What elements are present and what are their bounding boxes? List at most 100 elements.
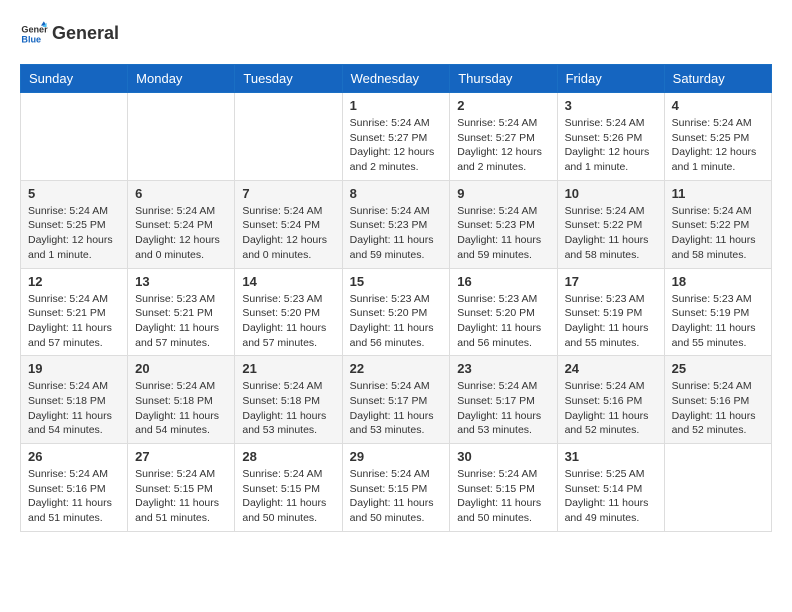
day-info: Sunrise: 5:23 AM Sunset: 5:19 PM Dayligh…: [672, 292, 764, 351]
day-number: 6: [135, 186, 227, 201]
day-number: 4: [672, 98, 764, 113]
day-number: 16: [457, 274, 549, 289]
day-number: 21: [242, 361, 334, 376]
day-number: 12: [28, 274, 120, 289]
day-info: Sunrise: 5:24 AM Sunset: 5:24 PM Dayligh…: [135, 204, 227, 263]
day-info: Sunrise: 5:24 AM Sunset: 5:15 PM Dayligh…: [135, 467, 227, 526]
calendar-cell: 2 Sunrise: 5:24 AM Sunset: 5:27 PM Daylig…: [450, 93, 557, 181]
logo-text: General: [52, 23, 119, 45]
calendar-cell: 19Sunrise: 5:24 AM Sunset: 5:18 PM Dayli…: [21, 356, 128, 444]
day-number: 5: [28, 186, 120, 201]
calendar-cell: 24 Sunrise: 5:24 AM Sunset: 5:16 PM Dayli…: [557, 356, 664, 444]
day-info: Sunrise: 5:23 AM Sunset: 5:20 PM Dayligh…: [242, 292, 334, 351]
day-info: Sunrise: 5:23 AM Sunset: 5:20 PM Dayligh…: [457, 292, 549, 351]
calendar-cell: 29Sunrise: 5:24 AM Sunset: 5:15 PM Dayli…: [342, 444, 450, 532]
day-number: 14: [242, 274, 334, 289]
calendar-cell: 23 Sunrise: 5:24 AM Sunset: 5:17 PM Dayli…: [450, 356, 557, 444]
day-info: Sunrise: 5:24 AM Sunset: 5:18 PM Dayligh…: [135, 379, 227, 438]
calendar-cell: 26 Sunrise: 5:24 AM Sunset: 5:16 PM Dayli…: [21, 444, 128, 532]
day-number: 9: [457, 186, 549, 201]
calendar-table: SundayMondayTuesdayWednesdayThursdayFrid…: [20, 64, 772, 532]
day-number: 19: [28, 361, 120, 376]
day-info: Sunrise: 5:24 AM Sunset: 5:22 PM Dayligh…: [565, 204, 657, 263]
day-number: 23: [457, 361, 549, 376]
day-number: 28: [242, 449, 334, 464]
day-info: Sunrise: 5:24 AM Sunset: 5:25 PM Dayligh…: [672, 116, 764, 175]
day-info: Sunrise: 5:24 AM Sunset: 5:21 PM Dayligh…: [28, 292, 120, 351]
calendar-cell: 3 Sunrise: 5:24 AM Sunset: 5:26 PM Daylig…: [557, 93, 664, 181]
day-number: 2: [457, 98, 549, 113]
day-info: Sunrise: 5:24 AM Sunset: 5:26 PM Dayligh…: [565, 116, 657, 175]
calendar-cell: [235, 93, 342, 181]
day-info: Sunrise: 5:24 AM Sunset: 5:17 PM Dayligh…: [350, 379, 443, 438]
calendar-cell: 25 Sunrise: 5:24 AM Sunset: 5:16 PM Dayli…: [664, 356, 771, 444]
calendar-cell: 10Sunrise: 5:24 AM Sunset: 5:22 PM Dayli…: [557, 180, 664, 268]
day-number: 8: [350, 186, 443, 201]
day-number: 1: [350, 98, 443, 113]
calendar-cell: 16 Sunrise: 5:23 AM Sunset: 5:20 PM Dayli…: [450, 268, 557, 356]
day-info: Sunrise: 5:24 AM Sunset: 5:27 PM Dayligh…: [350, 116, 443, 175]
day-of-week-header: Monday: [128, 65, 235, 93]
day-number: 27: [135, 449, 227, 464]
day-info: Sunrise: 5:24 AM Sunset: 5:22 PM Dayligh…: [672, 204, 764, 263]
day-info: Sunrise: 5:23 AM Sunset: 5:19 PM Dayligh…: [565, 292, 657, 351]
day-number: 29: [350, 449, 443, 464]
calendar-cell: 15 Sunrise: 5:23 AM Sunset: 5:20 PM Dayli…: [342, 268, 450, 356]
day-of-week-header: Saturday: [664, 65, 771, 93]
day-number: 18: [672, 274, 764, 289]
day-info: Sunrise: 5:24 AM Sunset: 5:18 PM Dayligh…: [242, 379, 334, 438]
calendar-cell: 17Sunrise: 5:23 AM Sunset: 5:19 PM Dayli…: [557, 268, 664, 356]
day-number: 13: [135, 274, 227, 289]
calendar-cell: 8Sunrise: 5:24 AM Sunset: 5:23 PM Daylig…: [342, 180, 450, 268]
day-info: Sunrise: 5:24 AM Sunset: 5:24 PM Dayligh…: [242, 204, 334, 263]
day-number: 3: [565, 98, 657, 113]
calendar-cell: 28 Sunrise: 5:24 AM Sunset: 5:15 PM Dayli…: [235, 444, 342, 532]
calendar-cell: 27 Sunrise: 5:24 AM Sunset: 5:15 PM Dayli…: [128, 444, 235, 532]
day-number: 30: [457, 449, 549, 464]
calendar-week-row: 19 Sunrise: 5:24 AM Sunset: 5:18 PM Dayli…: [21, 356, 772, 444]
day-info: Sunrise: 5:24 AM Sunset: 5:17 PM Dayligh…: [457, 379, 549, 438]
page-header: General Blue General: [20, 20, 772, 48]
day-info: Sunrise: 5:24 AM Sunset: 5:15 PM Dayligh…: [242, 467, 334, 526]
day-info: Sunrise: 5:24 AM Sunset: 5:27 PM Dayligh…: [457, 116, 549, 175]
day-info: Sunrise: 5:25 AM Sunset: 5:14 PM Dayligh…: [565, 467, 657, 526]
day-info: Sunrise: 5:24 AM Sunset: 5:15 PM Dayligh…: [457, 467, 549, 526]
day-info: Sunrise: 5:24 AM Sunset: 5:16 PM Dayligh…: [565, 379, 657, 438]
day-number: 11: [672, 186, 764, 201]
calendar-header-row: SundayMondayTuesdayWednesdayThursdayFrid…: [21, 65, 772, 93]
day-number: 24: [565, 361, 657, 376]
day-number: 31: [565, 449, 657, 464]
day-number: 22: [350, 361, 443, 376]
calendar-cell: 22 Sunrise: 5:24 AM Sunset: 5:17 PM Dayli…: [342, 356, 450, 444]
calendar-week-row: 5 Sunrise: 5:24 AM Sunset: 5:25 PM Daylig…: [21, 180, 772, 268]
svg-text:Blue: Blue: [21, 34, 41, 44]
calendar-cell: 9 Sunrise: 5:24 AM Sunset: 5:23 PM Daylig…: [450, 180, 557, 268]
calendar-cell: 31 Sunrise: 5:25 AM Sunset: 5:14 PM Dayli…: [557, 444, 664, 532]
logo: General Blue General: [20, 20, 119, 48]
calendar-week-row: 12 Sunrise: 5:24 AM Sunset: 5:21 PM Dayli…: [21, 268, 772, 356]
calendar-cell: [664, 444, 771, 532]
day-info: Sunrise: 5:23 AM Sunset: 5:20 PM Dayligh…: [350, 292, 443, 351]
calendar-cell: 4 Sunrise: 5:24 AM Sunset: 5:25 PM Daylig…: [664, 93, 771, 181]
day-of-week-header: Thursday: [450, 65, 557, 93]
day-info: Sunrise: 5:24 AM Sunset: 5:16 PM Dayligh…: [672, 379, 764, 438]
calendar-cell: 11 Sunrise: 5:24 AM Sunset: 5:22 PM Dayli…: [664, 180, 771, 268]
day-info: Sunrise: 5:24 AM Sunset: 5:16 PM Dayligh…: [28, 467, 120, 526]
calendar-cell: [128, 93, 235, 181]
day-of-week-header: Wednesday: [342, 65, 450, 93]
day-info: Sunrise: 5:23 AM Sunset: 5:21 PM Dayligh…: [135, 292, 227, 351]
day-info: Sunrise: 5:24 AM Sunset: 5:25 PM Dayligh…: [28, 204, 120, 263]
day-info: Sunrise: 5:24 AM Sunset: 5:23 PM Dayligh…: [457, 204, 549, 263]
calendar-week-row: 26 Sunrise: 5:24 AM Sunset: 5:16 PM Dayli…: [21, 444, 772, 532]
calendar-week-row: 1 Sunrise: 5:24 AM Sunset: 5:27 PM Daylig…: [21, 93, 772, 181]
calendar-cell: 1 Sunrise: 5:24 AM Sunset: 5:27 PM Daylig…: [342, 93, 450, 181]
calendar-cell: 12 Sunrise: 5:24 AM Sunset: 5:21 PM Dayli…: [21, 268, 128, 356]
calendar-cell: 5 Sunrise: 5:24 AM Sunset: 5:25 PM Daylig…: [21, 180, 128, 268]
calendar-cell: 7 Sunrise: 5:24 AM Sunset: 5:24 PM Daylig…: [235, 180, 342, 268]
day-number: 26: [28, 449, 120, 464]
day-number: 15: [350, 274, 443, 289]
logo-icon: General Blue: [20, 20, 48, 48]
day-number: 25: [672, 361, 764, 376]
day-number: 20: [135, 361, 227, 376]
day-number: 7: [242, 186, 334, 201]
